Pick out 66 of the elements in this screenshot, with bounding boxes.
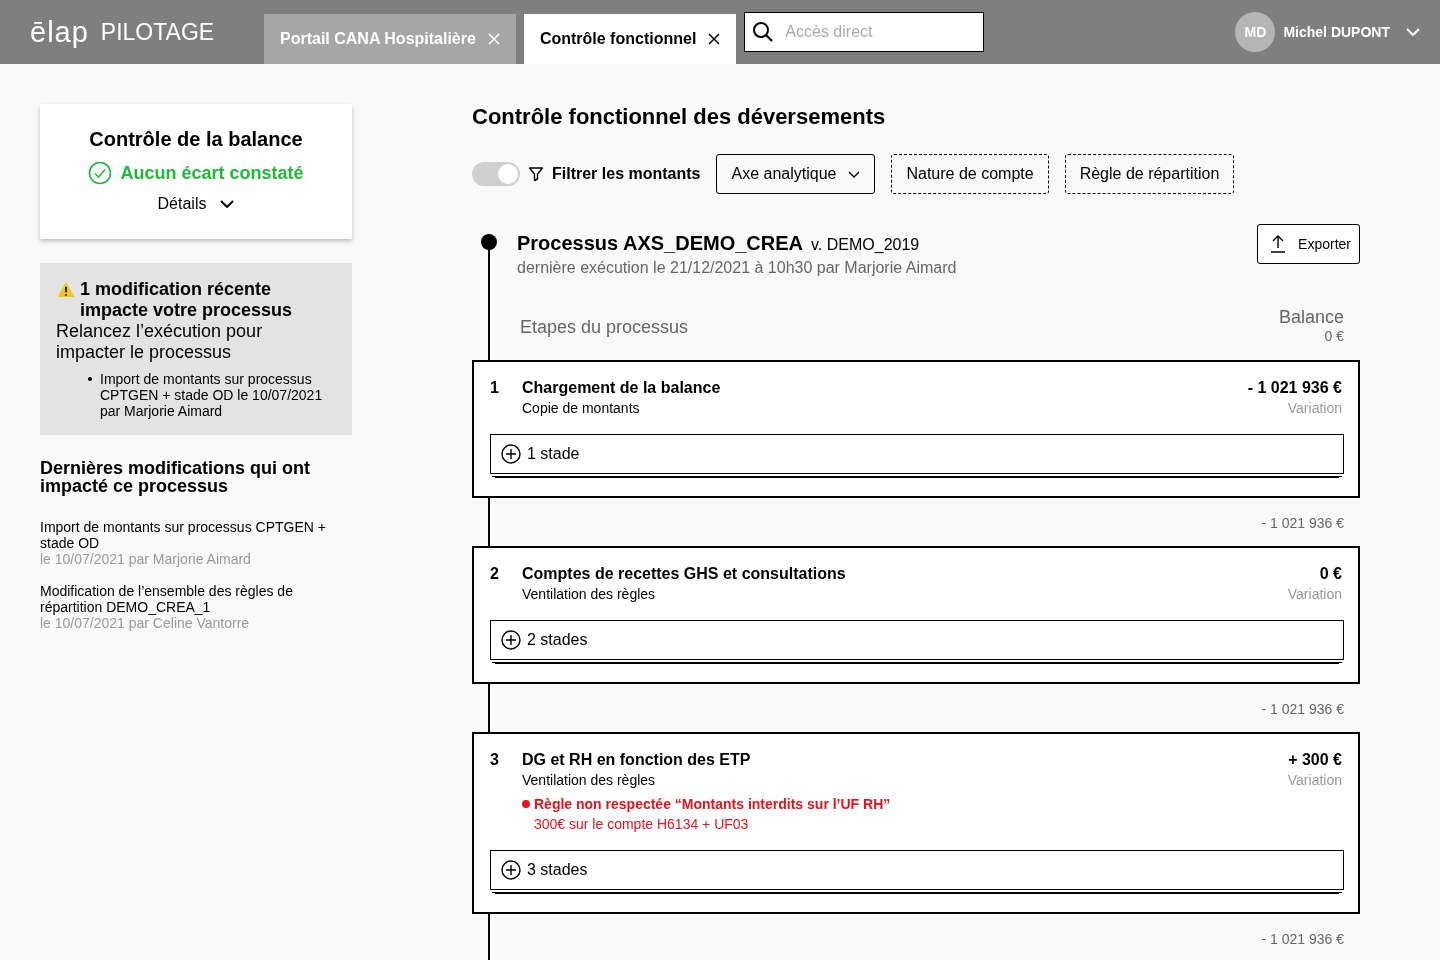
amount-label: Variation <box>1287 771 1342 790</box>
stages-count: 3 stades <box>527 861 588 879</box>
running-balance: - 1 021 936 € <box>1260 514 1345 533</box>
step-amount: 0 € <box>1319 564 1342 584</box>
search-field[interactable]: Accès direct <box>744 12 985 52</box>
bullet-icon <box>88 377 92 381</box>
warning-item: Import de montants sur processus CPTGEN + stade OD le 10/07/2021 par Marjorie Aimard <box>100 371 324 419</box>
step-number: 3 <box>490 750 500 770</box>
balance-label: Balance <box>1278 307 1344 328</box>
filter-label: Filtrer les montants <box>552 165 701 183</box>
check-circle-icon <box>88 161 113 185</box>
filter-icon <box>528 166 544 182</box>
page-title: Contrôle fonctionnel des déversements <box>472 104 887 130</box>
user-name[interactable]: Michel DUPONT <box>1283 24 1390 40</box>
plus-circle-icon <box>501 630 521 650</box>
amount-label: Variation <box>1287 585 1342 604</box>
chevron-down-icon <box>220 200 235 208</box>
step-subtitle: Copie de montants <box>522 399 641 418</box>
steps-label: Etapes du processus <box>520 317 689 338</box>
warning-title: 1 modification récente impacte votre processus <box>80 279 294 321</box>
step-amount: + 300 € <box>1288 750 1342 770</box>
status-text: Aucun écart constaté <box>120 162 304 184</box>
process-version: v. DEMO_2019 <box>811 236 920 253</box>
running-balance: - 1 021 936 € <box>1260 700 1345 719</box>
filter-chip[interactable]: Nature de compte <box>891 154 1049 194</box>
modification-meta: le 10/07/2021 par Marjorie Aimard <box>40 551 252 567</box>
plus-circle-icon <box>501 444 521 464</box>
alert-title: Règle non respectée “Montants interdits sur l’UF RH” <box>534 795 891 814</box>
alert-dot <box>522 800 530 808</box>
modification-text: Modification de l’ensemble des règles de répartition DEMO_CREA_1 <box>40 583 294 615</box>
stages-count: 2 stades <box>527 631 588 649</box>
warning-text: Relancez l’exécution pour impacter le processus <box>56 321 264 363</box>
step-subtitle: Ventilation des règles <box>522 771 657 790</box>
product-name: PILOTAGE <box>100 18 215 46</box>
step-title: Chargement de la balance <box>522 378 722 398</box>
logo: ēlap <box>30 15 89 49</box>
close-icon[interactable] <box>708 33 721 45</box>
step-number: 2 <box>490 564 500 584</box>
plus-circle-icon <box>501 860 521 880</box>
step-number: 1 <box>490 378 500 398</box>
stages-count: 1 stade <box>527 445 580 463</box>
tab[interactable]: Contrôle fonctionnel <box>523 14 737 64</box>
toggle-switch[interactable] <box>472 162 520 186</box>
warning-icon <box>56 281 76 298</box>
step-subtitle: Ventilation des règles <box>522 585 657 604</box>
balance-value: 0 € <box>1324 328 1344 344</box>
upload-icon <box>1270 235 1287 253</box>
alert-detail: 300€ sur le compte H6134 + UF03 <box>533 815 750 834</box>
modification-meta: le 10/07/2021 par Celine Vantorre <box>40 615 251 631</box>
filter-chip[interactable]: Règle de répartition <box>1064 154 1235 194</box>
dropdown[interactable]: Axe analytique <box>716 154 876 194</box>
last-run-text: dernière exécution le 21/12/2021 à 10h30 par Marjorie Aimard <box>517 259 957 277</box>
search-icon <box>752 21 775 43</box>
export-button[interactable]: Exporter <box>1257 224 1360 264</box>
section-title: Dernières modifications qui ont impacté ce processus <box>40 459 312 495</box>
running-balance: - 1 021 936 € <box>1260 930 1345 949</box>
chevron-down-icon <box>848 170 861 178</box>
process-name: Processus AXS_DEMO_CREA <box>517 232 804 254</box>
step-amount: - 1 021 936 € <box>1247 378 1342 398</box>
details-toggle[interactable]: Détails <box>157 195 235 213</box>
step-title: Comptes de recettes GHS et consultations <box>522 564 847 584</box>
modification-text: Import de montants sur processus CPTGEN + stade OD <box>40 519 327 551</box>
chevron-down-icon[interactable] <box>1406 28 1420 36</box>
step-title: DG et RH en fonction des ETP <box>522 750 752 770</box>
card-title: Contrôle de la balance <box>89 128 303 151</box>
amount-label: Variation <box>1287 399 1342 418</box>
